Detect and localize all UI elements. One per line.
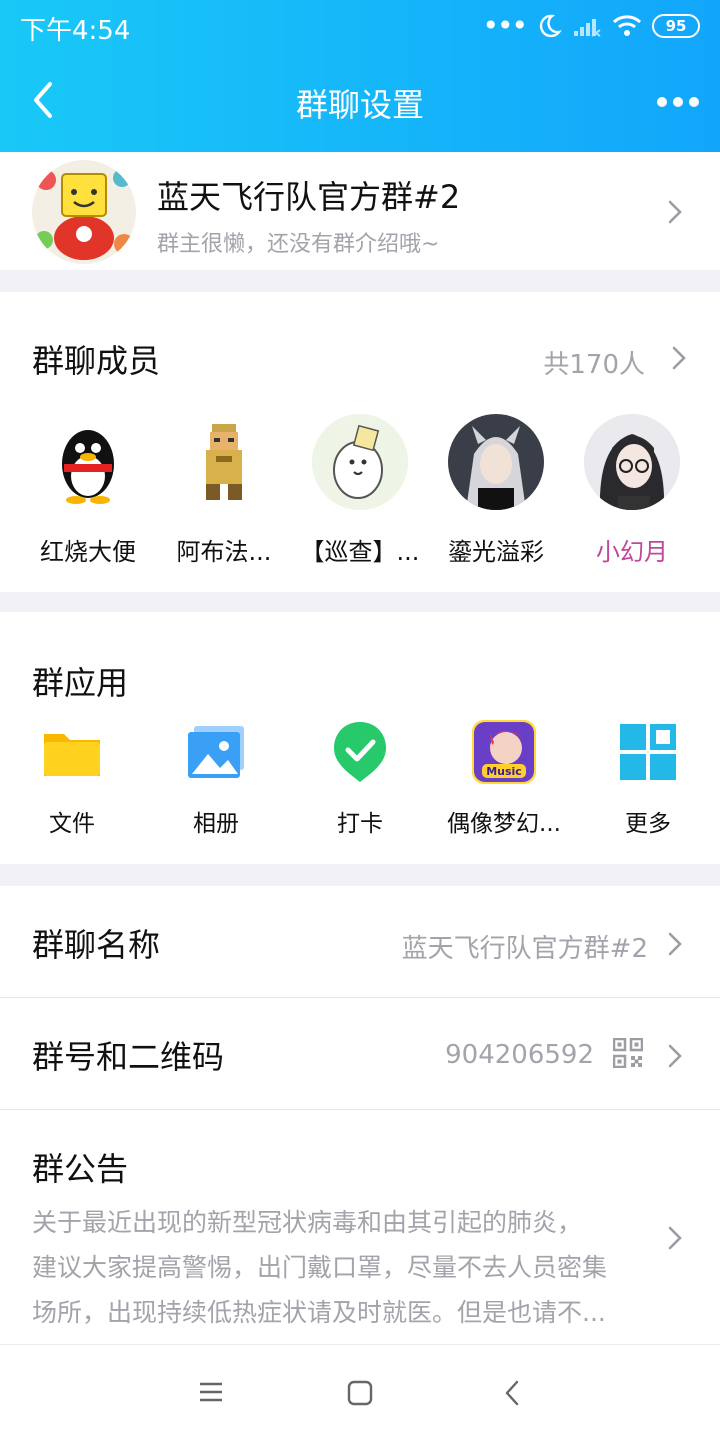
group-avatar bbox=[32, 160, 136, 264]
check-in-icon bbox=[334, 722, 386, 782]
folder-icon bbox=[44, 734, 100, 776]
member-avatar-anime-girl bbox=[448, 414, 544, 510]
chevron-right-icon[interactable] bbox=[672, 346, 686, 370]
home-icon[interactable] bbox=[346, 1379, 374, 1407]
member-avatar-girl-glasses bbox=[584, 414, 680, 510]
member-count[interactable]: 共170人 bbox=[543, 344, 645, 381]
member-name: 红烧大便 bbox=[40, 538, 136, 566]
app-idol-game[interactable]: Music 偶像梦幻... bbox=[434, 720, 574, 838]
member-name: 【巡查】... bbox=[300, 538, 420, 566]
announcement-line: 场所，出现持续低热症状请及时就医。但是也请不... bbox=[32, 1298, 606, 1327]
chevron-right-icon bbox=[668, 1226, 682, 1250]
members-title: 群聊成员 bbox=[32, 342, 161, 380]
group-members-section: 群聊成员 共170人 红烧大便 阿布法... 【巡查】... 鎏光溢彩 小幻月 bbox=[0, 292, 720, 592]
more-notifications-icon: ••• bbox=[482, 9, 528, 42]
divider bbox=[0, 1109, 720, 1110]
announcement-line: 关于最近出现的新型冠状病毒和由其引起的肺炎， bbox=[32, 1208, 583, 1237]
chevron-right-icon bbox=[668, 932, 682, 956]
member-item[interactable]: 鎏光溢彩 bbox=[428, 414, 564, 567]
signal-icon bbox=[574, 19, 601, 37]
idol-game-icon: Music bbox=[472, 720, 536, 784]
divider bbox=[0, 997, 720, 998]
member-item[interactable]: 红烧大便 bbox=[20, 414, 156, 567]
qr-code-icon[interactable] bbox=[613, 1038, 643, 1068]
app-label: 更多 bbox=[625, 811, 671, 837]
status-icons: ••• 95 bbox=[482, 10, 700, 42]
member-item[interactable]: 小幻月 bbox=[564, 414, 700, 567]
group-id-value: 904206592 bbox=[445, 1040, 594, 1070]
app-label: 打卡 bbox=[337, 811, 383, 837]
app-more[interactable]: 更多 bbox=[578, 720, 718, 838]
back-icon[interactable] bbox=[502, 1379, 522, 1407]
svg-text:Music: Music bbox=[486, 765, 522, 778]
menu-icon[interactable] bbox=[198, 1381, 224, 1403]
app-check-in[interactable]: 打卡 bbox=[290, 720, 430, 838]
battery-indicator: 95 bbox=[652, 14, 700, 38]
group-profile-card[interactable]: 蓝天飞行队官方群#2 群主很懒，还没有群介绍哦~ bbox=[0, 152, 720, 270]
group-name-value: 蓝天飞行队官方群#2 bbox=[401, 934, 648, 964]
row-label: 群公告 bbox=[32, 1150, 129, 1188]
header-bar: 下午4:54 ••• 95 群聊设置 bbox=[0, 0, 720, 152]
member-name: 鎏光溢彩 bbox=[448, 538, 544, 566]
group-description: 群主很懒，还没有群介绍哦~ bbox=[157, 232, 440, 257]
group-name: 蓝天飞行队官方群#2 bbox=[157, 178, 461, 216]
wifi-icon bbox=[612, 15, 642, 36]
app-label: 偶像梦幻... bbox=[447, 811, 561, 837]
member-avatar-pixel-character bbox=[176, 414, 272, 510]
grid-more-icon bbox=[620, 724, 676, 780]
member-name: 小幻月 bbox=[596, 538, 668, 566]
system-navigation-bar bbox=[0, 1344, 720, 1440]
moon-icon bbox=[539, 14, 562, 38]
group-apps-section: 群应用 文件 相册 打卡 Music 偶像梦幻... 更多 bbox=[0, 612, 720, 864]
app-label: 文件 bbox=[49, 811, 95, 837]
app-label: 相册 bbox=[193, 811, 239, 837]
group-settings-list: 群聊名称 蓝天飞行队官方群#2 群号和二维码 904206592 群公告 关于最… bbox=[0, 886, 720, 1344]
member-avatar-penguin bbox=[40, 414, 136, 510]
chevron-right-icon bbox=[668, 200, 682, 224]
member-item[interactable]: 【巡查】... bbox=[292, 414, 428, 567]
row-label: 群聊名称 bbox=[32, 926, 161, 964]
apps-title: 群应用 bbox=[32, 664, 129, 702]
member-avatar-egg-cartoon bbox=[312, 414, 408, 510]
more-options-icon[interactable] bbox=[654, 82, 702, 122]
app-album[interactable]: 相册 bbox=[146, 720, 286, 838]
row-label: 群号和二维码 bbox=[32, 1038, 225, 1076]
announcement-text: 关于最近出现的新型冠状病毒和由其引起的肺炎， 建议大家提高警惕，出门戴口罩，尽量… bbox=[32, 1200, 668, 1335]
page-title: 群聊设置 bbox=[295, 86, 424, 124]
chevron-right-icon bbox=[668, 1044, 682, 1068]
photo-album-icon bbox=[188, 726, 244, 778]
announcement-line: 建议大家提高警惕，出门戴口罩，尽量不去人员密集 bbox=[32, 1253, 608, 1282]
app-file[interactable]: 文件 bbox=[2, 720, 142, 838]
member-name: 阿布法... bbox=[176, 538, 272, 566]
member-item[interactable]: 阿布法... bbox=[156, 414, 292, 567]
status-time: 下午4:54 bbox=[20, 16, 131, 46]
